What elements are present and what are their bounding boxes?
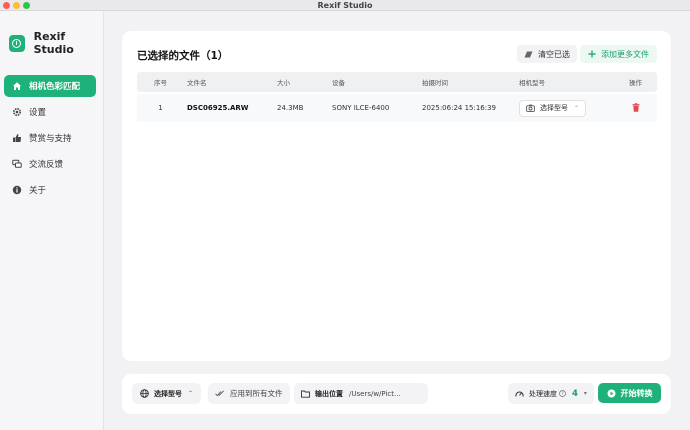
play-icon	[607, 389, 616, 398]
sidebar-item-label: 设置	[29, 108, 47, 118]
title-bar: Rexif Studio	[0, 0, 690, 11]
row-actions	[614, 94, 657, 122]
global-model-select-label: 选择型号	[154, 389, 182, 398]
sidebar-item-about[interactable]: 关于	[4, 179, 96, 201]
sidebar-item-color-match[interactable]: 相机色彩匹配	[4, 75, 96, 97]
delete-icon[interactable]	[632, 102, 640, 114]
sidebar-item-label: 交流反馈	[29, 160, 64, 170]
chevron-down-icon: ▾	[583, 390, 587, 397]
table-header: 序号 文件名 大小 设备 拍摄时间 相机型号 操作	[137, 72, 657, 92]
output-location-label: 输出位置	[315, 389, 343, 398]
home-icon	[12, 81, 22, 91]
chat-icon	[12, 159, 22, 169]
add-more-files-button[interactable]: 添加更多文件	[580, 45, 657, 63]
eraser-icon	[524, 51, 533, 58]
sidebar-item-support[interactable]: 赞赏与支持	[4, 127, 96, 149]
row-index: 1	[158, 104, 163, 112]
thumbs-up-icon	[12, 133, 22, 143]
clear-selection-label: 清空已选	[538, 49, 570, 59]
sidebar: Rexif Studio 相机色彩匹配 设置 赞赏与支持 交流反馈 关于	[0, 11, 104, 430]
sidebar-item-feedback[interactable]: 交流反馈	[4, 153, 96, 175]
camera-model-select[interactable]: 选择型号 ⌃	[519, 99, 587, 117]
camera-icon	[526, 104, 535, 112]
double-check-icon	[215, 390, 225, 397]
start-conversion-label: 开始转换	[620, 388, 653, 398]
chevron-updown-icon: ⌃	[574, 104, 580, 112]
camera-model-select-label: 选择型号	[540, 104, 568, 112]
sidebar-item-settings[interactable]: 设置	[4, 101, 96, 123]
file-table: 序号 文件名 大小 设备 拍摄时间 相机型号 操作 1 DSC06925.ARW…	[137, 72, 657, 122]
row-filename: DSC06925.ARW	[187, 104, 249, 112]
column-header-camera-model: 相机型号	[519, 79, 545, 87]
column-header-filename: 文件名	[187, 79, 207, 87]
column-header-size: 大小	[277, 79, 290, 87]
app-logo-icon	[9, 34, 25, 52]
globe-icon	[140, 389, 149, 398]
processing-speed-label: 处理速度	[529, 389, 557, 398]
bottom-toolbar: 选择型号 ⌃ 应用到所有文件 输出位置 /Users/w/Pict... 处理速…	[122, 374, 671, 414]
table-row: 1 DSC06925.ARW 24.3MB SONY ILCE-6400 202…	[137, 94, 657, 122]
row-device: SONY ILCE-6400	[332, 104, 390, 112]
apply-to-all-button[interactable]: 应用到所有文件	[208, 383, 290, 404]
row-time: 2025:06:24 15:16:39	[422, 104, 497, 112]
column-header-time: 拍摄时间	[422, 79, 448, 87]
sidebar-nav: 相机色彩匹配 设置 赞赏与支持 交流反馈 关于	[4, 75, 96, 205]
help-icon[interactable]: ?	[559, 390, 566, 397]
output-location-field[interactable]: 输出位置 /Users/w/Pict...	[294, 383, 428, 404]
window-title: Rexif Studio	[317, 1, 373, 10]
plus-icon	[588, 50, 596, 58]
output-path: /Users/w/Pict...	[349, 389, 401, 398]
column-header-index: 序号	[154, 79, 167, 87]
apply-to-all-label: 应用到所有文件	[230, 389, 283, 398]
sidebar-item-label: 关于	[29, 186, 47, 196]
speedometer-icon	[515, 390, 524, 398]
row-camera-model-cell: 选择型号 ⌃	[519, 94, 614, 122]
start-conversion-button[interactable]: 开始转换	[598, 383, 661, 403]
row-size: 24.3MB	[277, 104, 304, 112]
processing-speed-value: 4	[572, 388, 578, 399]
brand: Rexif Studio	[9, 30, 103, 56]
info-icon	[12, 185, 22, 195]
page-title: 已选择的文件（1）	[137, 50, 229, 62]
sidebar-item-label: 相机色彩匹配	[29, 82, 81, 92]
chevron-updown-icon: ⌃	[188, 390, 194, 397]
sidebar-item-label: 赞赏与支持	[29, 134, 72, 144]
brand-name: Rexif Studio	[33, 30, 74, 56]
gear-icon	[12, 107, 22, 117]
column-header-device: 设备	[332, 79, 345, 87]
folder-icon	[301, 390, 310, 398]
file-list-panel: 已选择的文件（1） 清空已选 添加更多文件 序号 文件名 大小 设备 拍摄时间 …	[122, 31, 671, 361]
processing-speed-select[interactable]: 处理速度 ? 4 ▾	[508, 383, 594, 404]
add-more-files-label: 添加更多文件	[601, 49, 649, 59]
clear-selection-button[interactable]: 清空已选	[517, 45, 577, 63]
global-model-select[interactable]: 选择型号 ⌃	[132, 383, 202, 404]
column-header-actions: 操作	[629, 79, 642, 87]
